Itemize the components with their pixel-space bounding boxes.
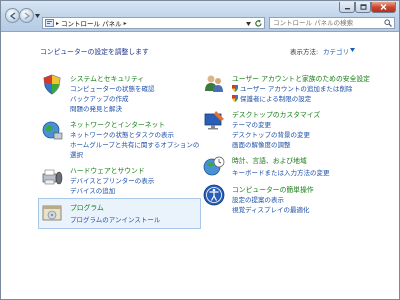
hardware-sound-icon[interactable] <box>41 165 63 187</box>
link-view-suggested-settings[interactable]: 設定の提案の表示 <box>232 194 284 204</box>
close-button[interactable] <box>371 2 396 13</box>
link-adjust-screen-resolution[interactable]: 画面の解像度の調整 <box>232 139 291 149</box>
control-panel-icon <box>45 19 54 27</box>
category-title-user-accounts[interactable]: ユーザー アカウントと家族のための安全設定 <box>232 73 370 83</box>
link-find-fix-problems[interactable]: 問題の発見と解決 <box>70 103 122 113</box>
category-appearance: デスクトップのカスタマイズ テーマの変更 デスクトップの背景の変更 画面の解像度… <box>203 109 398 153</box>
uac-shield-icon <box>232 84 238 92</box>
control-panel-window: ▸ コントロール パネル ▸ コンピューターの設定を調整します 表示 <box>0 0 400 300</box>
category-title-appearance[interactable]: デスクトップのカスタマイズ <box>232 109 320 119</box>
view-by-label: 表示方法: <box>290 48 319 56</box>
system-security-icon[interactable] <box>41 73 63 95</box>
category-title-system-security[interactable]: システムとセキュリティ <box>70 73 144 83</box>
link-add-remove-user-accounts[interactable]: ユーザー アカウントの追加または削除 <box>232 83 352 93</box>
link-homegroup-sharing-options-cont[interactable]: 選択 <box>70 149 83 159</box>
category-hardware-sound: ハードウェアとサウンド デバイスとプリンターの表示 デバイスの追加 <box>41 165 201 197</box>
close-icon <box>380 4 387 10</box>
category-ease-of-access: コンピューターの簡単操作 設定の提案の表示 視覚ディスプレイの最適化 <box>203 184 398 218</box>
view-by-dropdown[interactable]: カテゴリ <box>323 46 349 56</box>
category-title-clock-language-region[interactable]: 時計、言語、および地域 <box>232 155 307 165</box>
link-parental-controls-label[interactable]: 保護者による制限の設定 <box>240 93 311 103</box>
address-bar[interactable]: ▸ コントロール パネル ▸ <box>42 17 265 29</box>
forward-button[interactable] <box>19 8 34 23</box>
category-network-internet: ネットワークとインターネット ネットワークの状態とタスクの表示 ホームグループと… <box>41 119 201 163</box>
link-add-device[interactable]: デバイスの追加 <box>70 185 115 195</box>
category-programs: プログラム プログラムのアンインストール <box>41 202 201 226</box>
link-change-keyboard-input[interactable]: キーボードまたは入力方法の変更 <box>232 167 330 177</box>
ease-of-access-icon[interactable] <box>203 184 225 206</box>
category-system-security: システムとセキュリティ コンピューターの状態を確認 バックアップの作成 問題の発… <box>41 73 201 117</box>
search-input[interactable] <box>270 18 380 28</box>
breadcrumb-control-panel[interactable]: コントロール パネル <box>61 18 122 28</box>
category-title-ease-of-access[interactable]: コンピューターの簡単操作 <box>232 184 314 194</box>
link-uninstall-program[interactable]: プログラムのアンインストール <box>70 214 160 224</box>
breadcrumb-separator: ▸ <box>56 19 60 27</box>
category-title-programs[interactable]: プログラム <box>70 202 104 212</box>
title-address-bar: ▸ コントロール パネル ▸ <box>1 1 399 32</box>
uac-shield-icon <box>232 94 238 102</box>
category-title-network-internet[interactable]: ネットワークとインターネット <box>70 119 165 129</box>
link-check-computer-status[interactable]: コンピューターの状態を確認 <box>70 83 155 93</box>
maximize-icon <box>360 4 366 10</box>
link-homegroup-sharing-options[interactable]: ホームグループと共有に関するオプションの <box>70 139 199 149</box>
category-user-accounts: ユーザー アカウントと家族のための安全設定 ユーザー アカウントの追加または削除… <box>203 73 398 107</box>
network-internet-icon[interactable] <box>41 119 63 141</box>
clock-language-region-icon[interactable] <box>203 155 225 177</box>
back-button[interactable] <box>5 8 20 23</box>
link-optimize-visual-display[interactable]: 視覚ディスプレイの最適化 <box>232 204 310 214</box>
category-clock-language-region: 時計、言語、および地域 キーボードまたは入力方法の変更 <box>203 155 398 179</box>
maximize-button[interactable] <box>355 2 371 13</box>
link-add-remove-user-accounts-label[interactable]: ユーザー アカウントの追加または削除 <box>240 83 352 93</box>
link-parental-controls[interactable]: 保護者による制限の設定 <box>232 93 311 103</box>
appearance-icon[interactable] <box>203 109 225 131</box>
minimize-button[interactable] <box>339 2 355 13</box>
recent-pages-dropdown-icon[interactable] <box>35 14 40 18</box>
refresh-icon[interactable] <box>254 19 263 28</box>
category-title-hardware-sound[interactable]: ハードウェアとサウンド <box>70 165 145 175</box>
programs-icon[interactable] <box>41 202 63 224</box>
link-view-devices-printers[interactable]: デバイスとプリンターの表示 <box>70 175 154 185</box>
arrow-left-icon <box>9 11 15 20</box>
address-dropdown-icon[interactable] <box>246 22 251 26</box>
user-accounts-icon[interactable] <box>203 73 225 95</box>
search-box[interactable] <box>269 17 395 29</box>
page-heading: コンピューターの設定を調整します <box>40 48 149 56</box>
minimize-icon <box>344 8 350 10</box>
link-view-network-status[interactable]: ネットワークの状態とタスクの表示 <box>70 129 174 139</box>
arrow-right-icon <box>24 11 30 20</box>
link-change-desktop-background[interactable]: デスクトップの背景の変更 <box>232 129 310 139</box>
breadcrumb-separator-end[interactable]: ▸ <box>124 20 127 27</box>
search-icon[interactable] <box>384 19 392 27</box>
view-by-chevron-down-icon[interactable] <box>350 48 355 52</box>
link-change-theme[interactable]: テーマの変更 <box>232 119 271 129</box>
link-create-backup[interactable]: バックアップの作成 <box>70 93 129 103</box>
